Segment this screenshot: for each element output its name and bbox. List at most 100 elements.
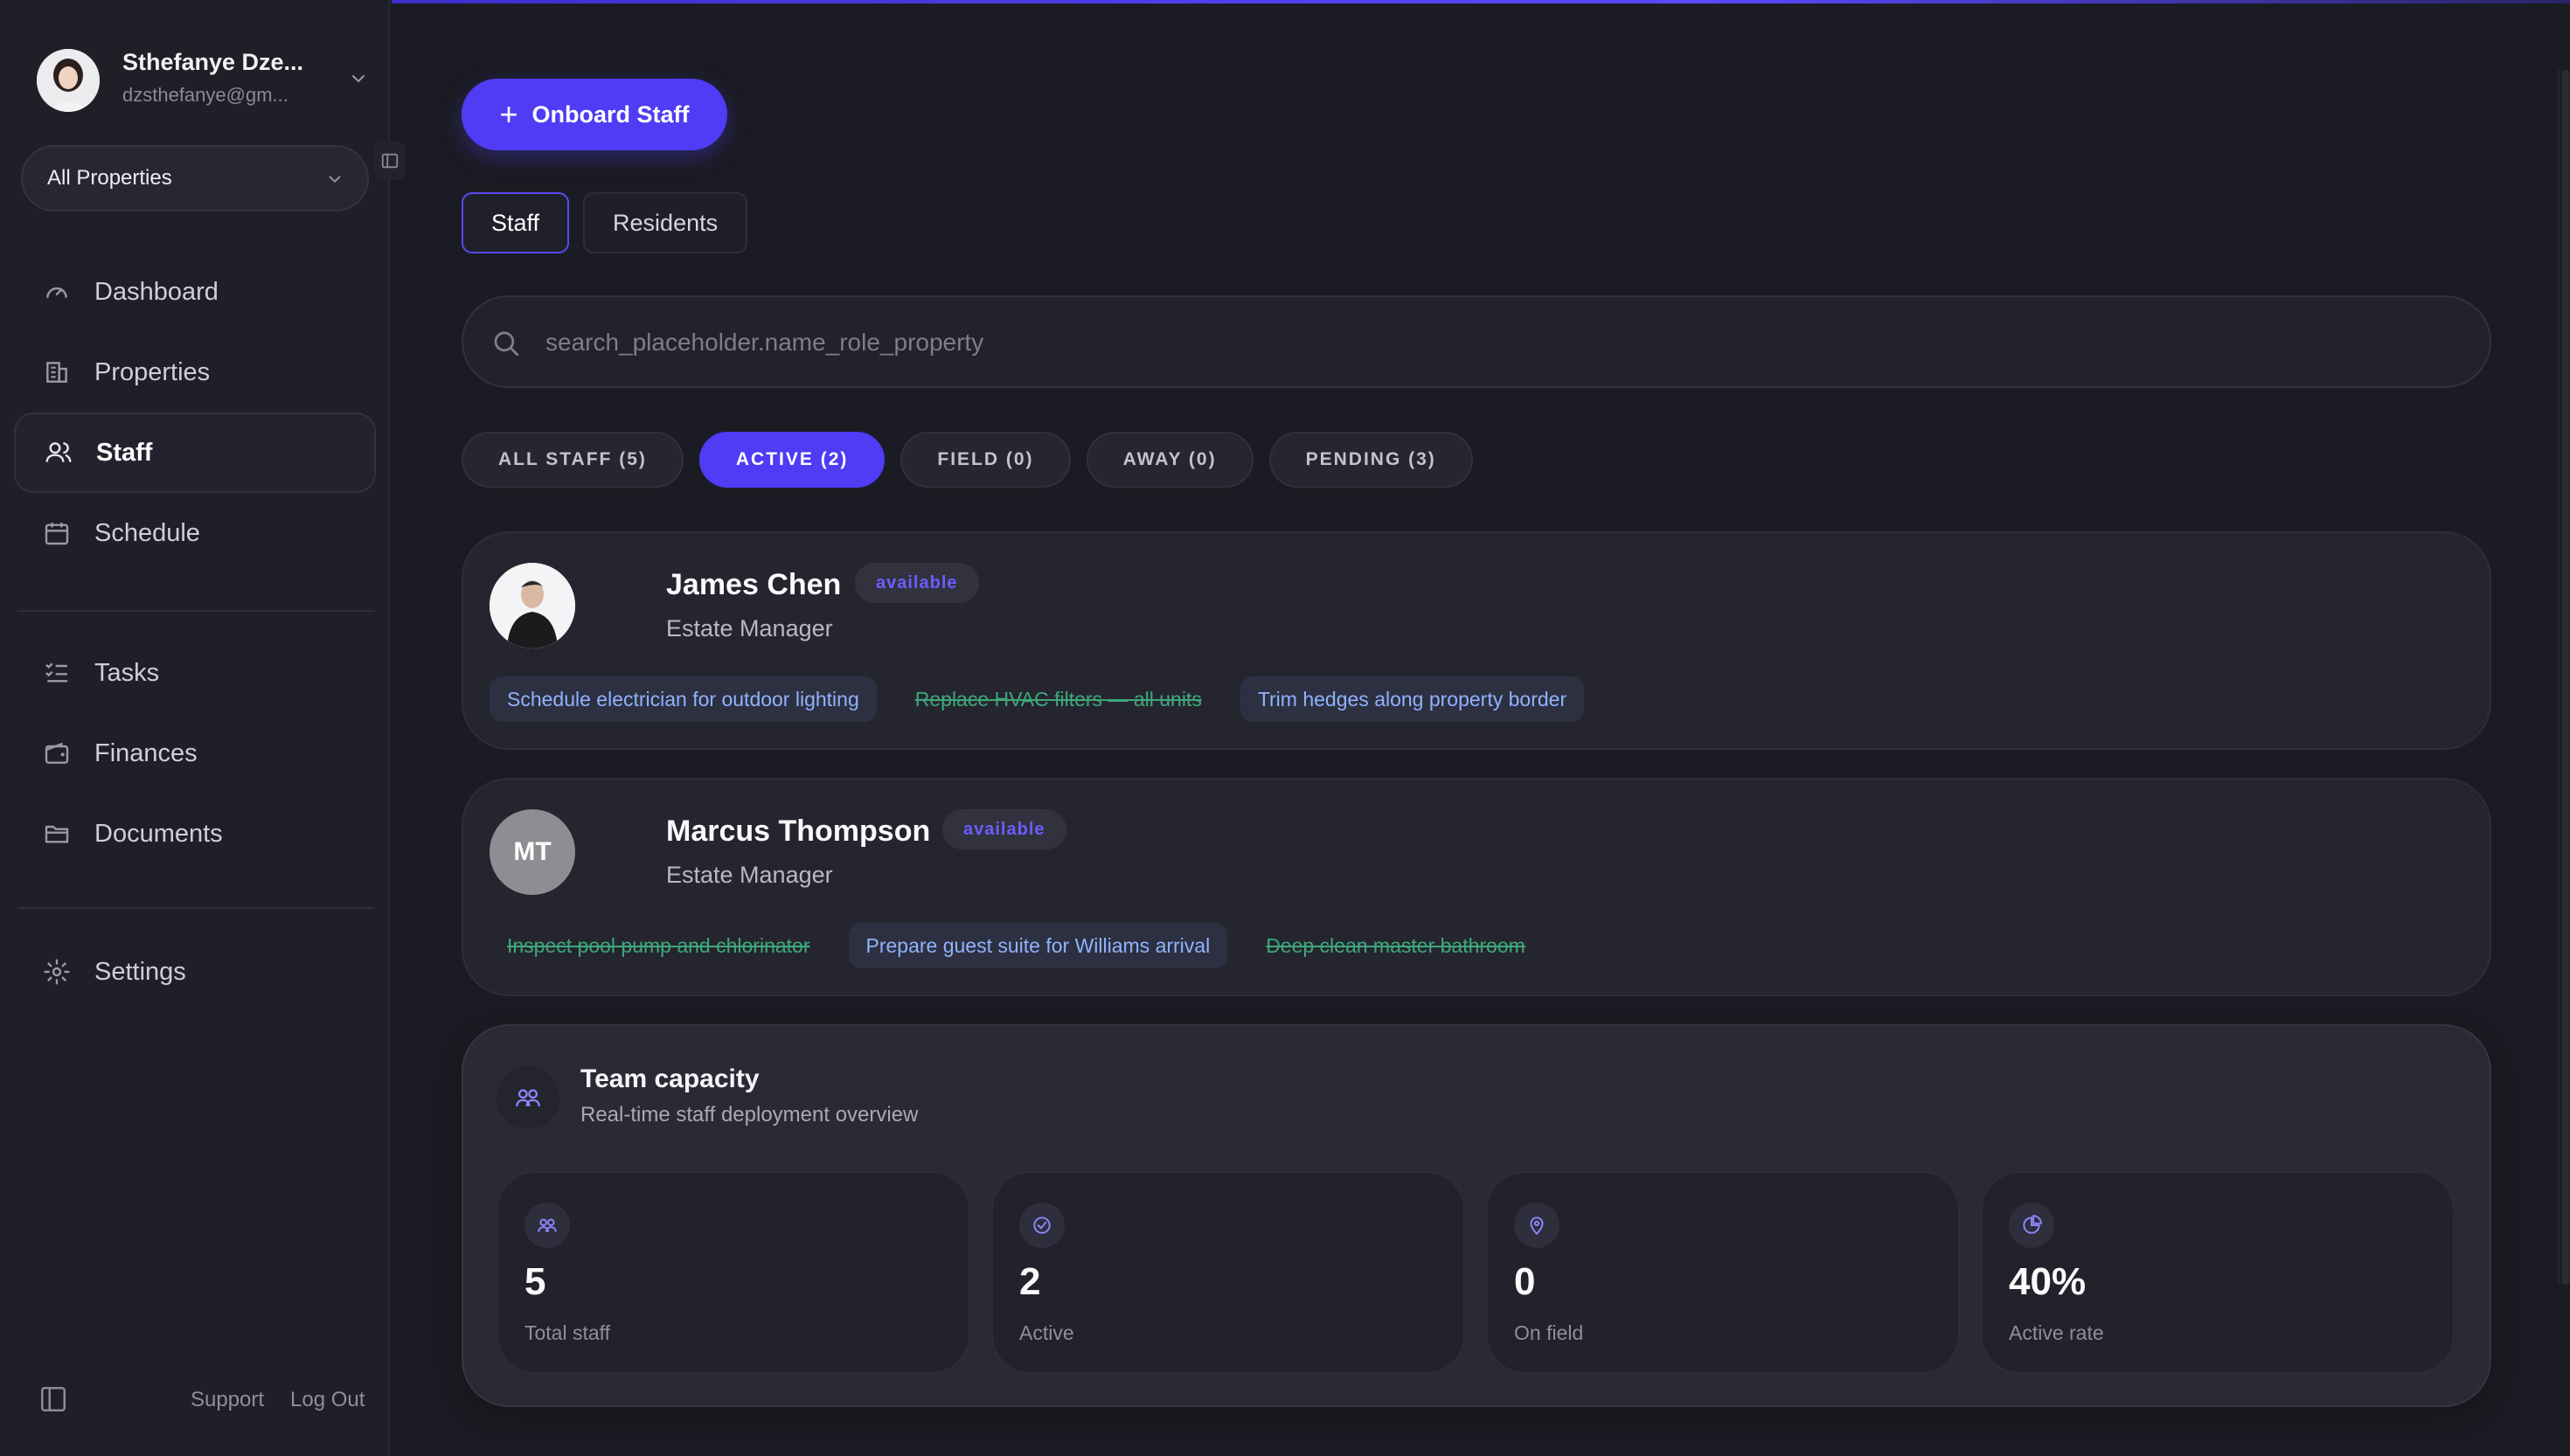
task-chip[interactable]: Schedule electrician for outdoor lightin…: [490, 676, 877, 722]
chevron-down-icon: [329, 176, 341, 184]
main-scrollbar[interactable]: [2558, 70, 2570, 1285]
stat-label: On field: [1514, 1321, 1584, 1344]
logout-link[interactable]: Log Out: [290, 1388, 365, 1412]
chevron-down-icon[interactable]: [348, 68, 369, 89]
task-chip-done[interactable]: Replace HVAC filters — all units: [898, 676, 1219, 722]
property-select-value: All Properties: [47, 166, 172, 190]
team-capacity-panel: Team capacity Real-time staff deployment…: [462, 1024, 2491, 1407]
task-chip[interactable]: Trim hedges along property border: [1240, 676, 1585, 722]
task-chip-done[interactable]: Deep clean master bathroom: [1248, 923, 1543, 968]
main-content: + Onboard Staff Staff Residents ALL STAF…: [392, 0, 2570, 1456]
filter-active[interactable]: ACTIVE (2): [698, 432, 886, 488]
filter-field[interactable]: FIELD (0): [900, 432, 1071, 488]
stat-label: Active rate: [2009, 1321, 2104, 1344]
tab-bar: Staff Residents: [462, 192, 748, 253]
users-icon: [497, 1066, 559, 1129]
panel-subtitle: Real-time staff deployment overview: [580, 1103, 919, 1127]
stat-value: 0: [1514, 1260, 1536, 1303]
gear-icon: [42, 957, 72, 987]
sidebar-item-label: Properties: [94, 357, 211, 386]
user-profile[interactable]: Sthefanye Dze... dzsthefanye@gm...: [37, 45, 369, 115]
stat-value: 2: [1019, 1260, 1041, 1303]
sidebar-item-label: Finances: [94, 738, 198, 767]
checklist-icon: [42, 658, 72, 688]
staff-card[interactable]: James Chen available Estate Manager Sche…: [462, 531, 2491, 750]
staff-photo-icon: [490, 563, 575, 648]
avatar: MT: [490, 809, 575, 895]
status-filter-chips: ALL STAFF (5) ACTIVE (2) FIELD (0) AWAY …: [462, 432, 1473, 488]
tab-staff[interactable]: Staff: [462, 192, 570, 253]
sidebar-item-label: Staff: [96, 438, 153, 467]
sidebar-item-finances[interactable]: Finances: [14, 713, 376, 794]
avatar: [37, 49, 100, 112]
onboard-staff-label: Onboard Staff: [531, 101, 690, 128]
nav-divider: [17, 610, 374, 612]
map-pin-icon: [1514, 1203, 1559, 1248]
onboard-staff-button[interactable]: + Onboard Staff: [462, 79, 727, 150]
search-bar: [462, 295, 2491, 388]
gauge-icon: [42, 277, 72, 307]
sidebar-item-label: Settings: [94, 957, 186, 986]
stat-active: 2 Active: [991, 1171, 1465, 1374]
task-chip-done[interactable]: Inspect pool pump and chlorinator: [490, 923, 828, 968]
panel-toggle-icon[interactable]: [38, 1384, 68, 1414]
task-list: Inspect pool pump and chlorinator Prepar…: [490, 923, 1543, 968]
users-icon: [524, 1203, 570, 1248]
filter-pending[interactable]: PENDING (3): [1268, 432, 1473, 488]
staff-role: Estate Manager: [666, 615, 833, 641]
stat-total-staff: 5 Total staff: [497, 1171, 970, 1374]
status-badge: available: [855, 563, 979, 603]
scrollbar-thumb[interactable]: [2562, 70, 2569, 1285]
wallet-icon: [42, 738, 72, 768]
sidebar-item-label: Schedule: [94, 518, 200, 547]
sidebar-item-staff[interactable]: Staff: [14, 413, 376, 493]
staff-role: Estate Manager: [666, 862, 833, 888]
nav-divider: [17, 907, 374, 909]
user-name: Sthefanye Dze...: [122, 49, 304, 75]
nav-group-main: Dashboard Properties Staff Schedule: [14, 252, 376, 573]
panel-title: Team capacity: [580, 1064, 760, 1093]
staff-name: James Chen: [666, 568, 842, 601]
folder-icon: [42, 819, 72, 849]
sidebar-item-label: Dashboard: [94, 277, 219, 306]
stat-on-field: 0 On field: [1486, 1171, 1960, 1374]
sidebar-item-settings[interactable]: Settings: [14, 932, 376, 1012]
stats-row: 5 Total staff 2 Active 0 On field 40% Ac…: [497, 1171, 2455, 1374]
support-link[interactable]: Support: [191, 1388, 264, 1412]
status-badge: available: [942, 809, 1066, 849]
nav-group-operations: Tasks Finances Documents: [14, 633, 376, 874]
users-icon: [44, 438, 73, 468]
sidebar-item-label: Documents: [94, 819, 223, 848]
search-input[interactable]: [545, 320, 2425, 365]
avatar: [490, 563, 575, 648]
sidebar-item-tasks[interactable]: Tasks: [14, 633, 376, 713]
stat-value: 40%: [2009, 1260, 2087, 1303]
task-chip[interactable]: Prepare guest suite for Williams arrival: [848, 923, 1228, 968]
staff-card[interactable]: MT Marcus Thompson available Estate Mana…: [462, 778, 2491, 996]
sidebar: Sthefanye Dze... dzsthefanye@gm... All P…: [0, 0, 406, 1456]
stat-label: Total staff: [524, 1321, 611, 1344]
check-circle-icon: [1019, 1203, 1065, 1248]
stat-value: 5: [524, 1260, 546, 1303]
filter-away[interactable]: AWAY (0): [1086, 432, 1254, 488]
sidebar-item-label: Tasks: [94, 658, 160, 687]
plus-icon: +: [499, 96, 518, 132]
sidebar-item-dashboard[interactable]: Dashboard: [14, 252, 376, 332]
property-select[interactable]: All Properties: [21, 145, 369, 211]
stat-active-rate: 40% Active rate: [1981, 1171, 2455, 1374]
task-list: Schedule electrician for outdoor lightin…: [490, 676, 1585, 722]
filter-all-staff[interactable]: ALL STAFF (5): [462, 432, 684, 488]
sidebar-item-schedule[interactable]: Schedule: [14, 493, 376, 573]
sidebar-item-documents[interactable]: Documents: [14, 794, 376, 874]
sidebar-item-properties[interactable]: Properties: [14, 332, 376, 413]
staff-name: Marcus Thompson: [666, 815, 931, 848]
stat-label: Active: [1019, 1321, 1074, 1344]
pie-chart-icon: [2009, 1203, 2054, 1248]
building-icon: [42, 357, 72, 387]
user-email: dzsthefanye@gm...: [122, 84, 288, 106]
nav-group-settings: Settings: [14, 932, 376, 1012]
tab-residents[interactable]: Residents: [583, 192, 748, 253]
search-icon: [494, 331, 519, 357]
calendar-icon: [42, 518, 72, 548]
sidebar-footer: Support Log Out: [38, 1381, 371, 1419]
